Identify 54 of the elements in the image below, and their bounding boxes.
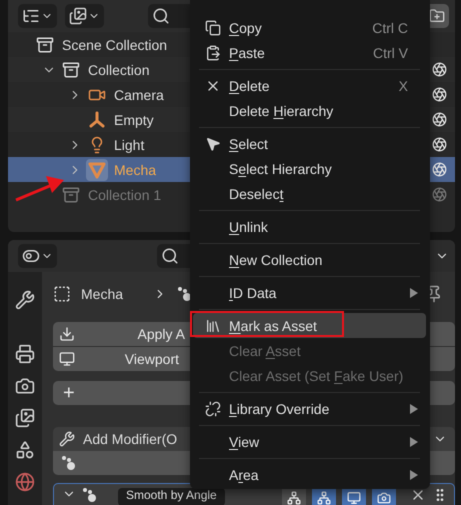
toggle-icon [22,247,40,265]
menu-item[interactable]: Paste Ctrl V [193,40,426,65]
search-icon [152,7,170,25]
axes-icon [88,110,106,128]
modifier-name-field[interactable]: Smooth by Angle [118,488,225,505]
triangle-icon [88,160,106,178]
display-mode-dropdown[interactable] [18,4,57,28]
search-icon [161,247,179,265]
menu-item[interactable]: Mark as Asset [193,313,426,338]
filter-dropdown[interactable] [65,4,104,28]
editor-type-dropdown[interactable] [18,244,57,268]
images-icon [69,7,87,25]
menu-item[interactable]: View [193,429,426,454]
shapes-icon[interactable] [15,440,35,460]
network-icon [287,491,301,505]
menu-item[interactable]: Area [193,462,426,487]
shortcut-label: X [398,78,409,94]
folder-plus-icon [429,8,445,24]
wrench-icon[interactable] [15,290,35,310]
object-icon [53,285,71,303]
monitor-icon [347,491,361,505]
books-icon [205,318,221,334]
copy-icon [205,20,221,36]
menu-item[interactable]: Library Override [193,396,426,421]
images-icon[interactable] [15,408,35,428]
broken-link-icon [205,400,221,416]
list-tree-icon [22,7,40,25]
menu-item[interactable]: Deselect [193,181,426,206]
wrench-icon [59,431,75,447]
box-icon [36,36,54,54]
cursor-icon [205,136,221,152]
menu-item[interactable]: Delete Hierarchy [193,98,426,123]
menu-item[interactable]: Copy Ctrl C [193,15,426,40]
add-modifier-label[interactable]: Add Modifier(O [83,431,178,447]
monitor-icon [59,351,75,367]
network-icon [317,491,331,505]
menu-item[interactable]: Unlink [193,214,426,239]
object-name: Mecha [81,286,124,302]
printer-icon[interactable] [15,344,35,364]
camera-icon [377,491,391,505]
camera-icon[interactable] [15,376,35,396]
box-icon [62,186,80,204]
paste-icon [205,44,221,60]
dots-icon [61,455,77,471]
menu-item[interactable]: Select Hierarchy [193,156,426,181]
menu-item[interactable]: Delete X [193,73,426,98]
box-icon [62,60,80,78]
globe-icon[interactable] [15,472,35,492]
menu-item[interactable]: ID Data [193,280,426,305]
shortcut-label: Ctrl V [373,44,409,60]
dots-icon [82,487,98,503]
download-icon [59,326,75,342]
menu-item[interactable]: Select [193,131,426,156]
shortcut-label: Ctrl C [372,20,409,36]
